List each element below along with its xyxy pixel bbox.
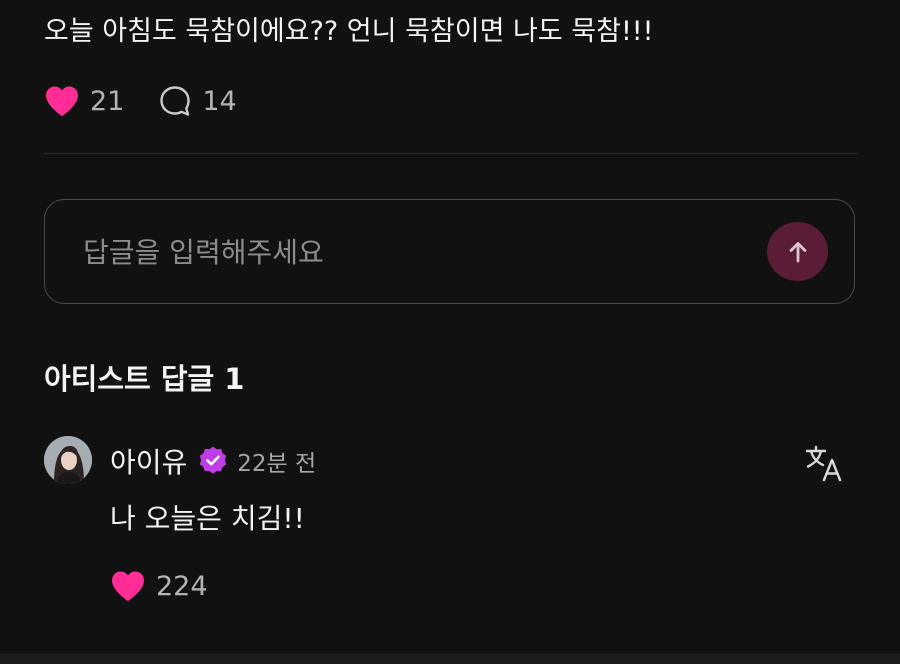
avatar[interactable] xyxy=(44,436,92,484)
reply-timestamp: 22분 전 xyxy=(237,451,317,477)
post-comment-button[interactable]: 14 xyxy=(158,84,237,118)
translate-button[interactable] xyxy=(804,443,844,483)
arrow-up-icon xyxy=(784,238,812,266)
send-reply-button[interactable] xyxy=(767,222,828,281)
heart-filled-icon xyxy=(110,570,146,602)
reply-like-count: 224 xyxy=(156,570,208,602)
translate-icon xyxy=(804,443,844,487)
bottom-edge xyxy=(0,654,900,664)
reply-input[interactable] xyxy=(81,228,745,276)
artist-replies-title: 아티스트 답글 1 xyxy=(44,362,245,396)
post-actions: 21 14 xyxy=(44,82,237,120)
post-comment-count: 14 xyxy=(202,85,237,117)
post-like-button[interactable]: 21 xyxy=(44,85,124,117)
divider xyxy=(44,153,858,154)
reply-text: 나 오늘은 치김!! xyxy=(110,502,305,535)
reply-author-row: 아이유 22분 전 xyxy=(110,440,316,482)
post-like-count: 21 xyxy=(90,85,125,117)
verified-badge-icon xyxy=(197,445,229,477)
reply-like-button[interactable]: 224 xyxy=(110,566,208,606)
heart-filled-icon xyxy=(44,85,80,117)
author-name[interactable]: 아이유 xyxy=(110,441,187,481)
comment-bubble-icon xyxy=(158,84,192,118)
reply-box xyxy=(44,199,855,304)
post-text: 오늘 아침도 묵참이에요?? 언니 묵참이면 나도 묵참!!! xyxy=(44,16,654,47)
